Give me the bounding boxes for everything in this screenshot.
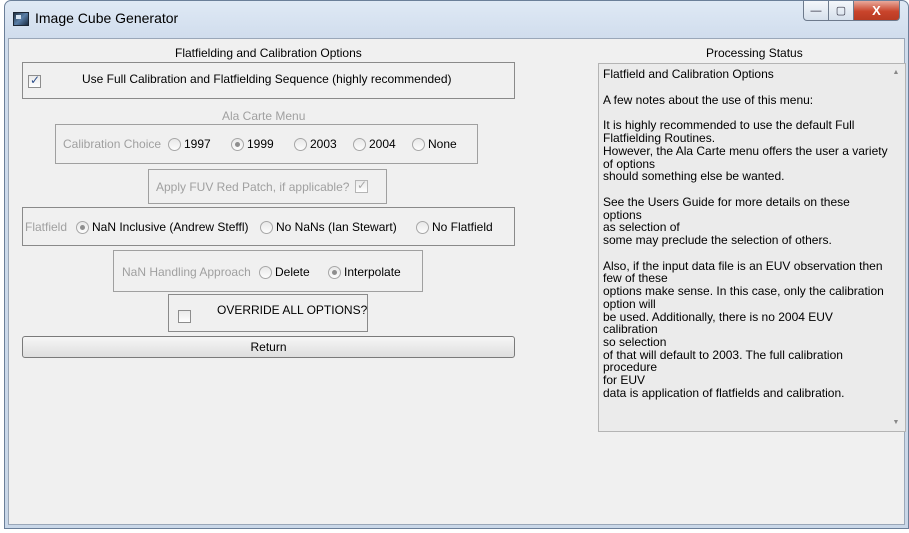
status-line: of that will default to 2003. The full c… (603, 347, 843, 375)
calibration-radio-2003[interactable] (294, 138, 307, 151)
status-line: Flatfielding Routines. (603, 131, 716, 146)
flatfield-radio-nan-inclusive[interactable] (76, 221, 89, 234)
window-controls: — ▢ X (803, 1, 900, 23)
nan-option-interpolate: Interpolate (344, 265, 401, 279)
scroll-down-icon[interactable]: ▼ (891, 419, 901, 426)
status-line (603, 183, 889, 196)
status-line: However, the Ala Carte menu offers the u… (603, 143, 888, 158)
calibration-option-2003: 2003 (310, 137, 337, 151)
full-sequence-group: Use Full Calibration and Flatfielding Se… (22, 62, 515, 99)
flatfield-group: Flatfield NaN Inclusive (Andrew Steffl) … (22, 207, 515, 246)
app-window: Image Cube Generator — ▢ X Flatfielding … (4, 0, 909, 529)
scroll-up-icon[interactable]: ▲ (891, 69, 901, 76)
flatfield-radio-none[interactable] (416, 221, 429, 234)
status-line: should something else be wanted. (603, 169, 785, 184)
status-text-content: Flatfield and Calibration Options A few n… (603, 68, 889, 399)
close-button[interactable]: X (854, 1, 900, 21)
calibration-option-none: None (428, 137, 457, 151)
status-line: Flatfield and Calibration Options (603, 67, 774, 81)
status-line: options make sense. In this case, only t… (603, 284, 884, 299)
status-line: some may preclude the selection of other… (603, 233, 832, 248)
override-label: OVERRIDE ALL OPTIONS? (217, 303, 368, 317)
calibration-radio-1999[interactable] (231, 138, 244, 151)
override-checkbox[interactable] (178, 310, 191, 323)
full-sequence-checkbox[interactable] (28, 73, 41, 88)
client-area: Flatfielding and Calibration Options Use… (8, 38, 906, 525)
title-bar[interactable]: Image Cube Generator — ▢ X (5, 1, 908, 37)
calibration-radio-1997[interactable] (168, 138, 181, 151)
status-line (603, 247, 889, 260)
calibration-radio-2004[interactable] (353, 138, 366, 151)
nan-handling-group: NaN Handling Approach Delete Interpolate (113, 250, 423, 292)
flatfield-option-no-nans: No NaNs (Ian Stewart) (276, 220, 397, 234)
fuv-patch-group: Apply FUV Red Patch, if applicable? (148, 169, 387, 204)
minimize-button[interactable]: — (803, 1, 829, 21)
processing-status-text[interactable]: Flatfield and Calibration Options A few n… (598, 63, 906, 432)
flatfield-radio-no-nans[interactable] (260, 221, 273, 234)
calibration-label: Calibration Choice (63, 137, 162, 151)
window-title: Image Cube Generator (35, 10, 179, 26)
alacarte-title: Ala Carte Menu (222, 109, 306, 123)
calibration-group: Calibration Choice 1997 1999 2003 2004 N… (55, 124, 478, 164)
flatfield-option-none: No Flatfield (432, 220, 493, 234)
status-line: A few notes about the use of this menu: (603, 92, 814, 107)
status-line: be used. Additionally, there is no 2004 … (603, 309, 833, 337)
status-section-title: Processing Status (706, 46, 803, 60)
fuv-patch-label: Apply FUV Red Patch, if applicable? (156, 180, 350, 194)
status-line: data is application of flatfields and ca… (603, 385, 845, 400)
nan-radio-interpolate[interactable] (328, 266, 341, 279)
nan-option-delete: Delete (275, 265, 310, 279)
override-group: OVERRIDE ALL OPTIONS? (168, 294, 368, 332)
calibration-option-1999: 1999 (247, 137, 274, 151)
app-icon (13, 12, 29, 26)
return-button[interactable]: Return (22, 336, 515, 358)
nan-handling-label: NaN Handling Approach (122, 265, 251, 279)
options-section-title: Flatfielding and Calibration Options (175, 46, 362, 60)
flatfield-label: Flatfield (25, 220, 68, 234)
calibration-option-2004: 2004 (369, 137, 396, 151)
fuv-patch-checkbox[interactable] (355, 178, 368, 193)
nan-radio-delete[interactable] (259, 266, 272, 279)
status-line (603, 81, 889, 94)
status-line: for EUV (603, 373, 646, 388)
status-line: so selection (603, 334, 667, 349)
status-line: option will (603, 296, 656, 311)
status-line: See the Users Guide for more details on … (603, 194, 850, 222)
calibration-option-1997: 1997 (184, 137, 211, 151)
maximize-button[interactable]: ▢ (829, 1, 854, 21)
flatfield-option-nan-inclusive: NaN Inclusive (Andrew Steffl) (92, 220, 249, 234)
full-sequence-label: Use Full Calibration and Flatfielding Se… (82, 72, 452, 86)
calibration-radio-none[interactable] (412, 138, 425, 151)
